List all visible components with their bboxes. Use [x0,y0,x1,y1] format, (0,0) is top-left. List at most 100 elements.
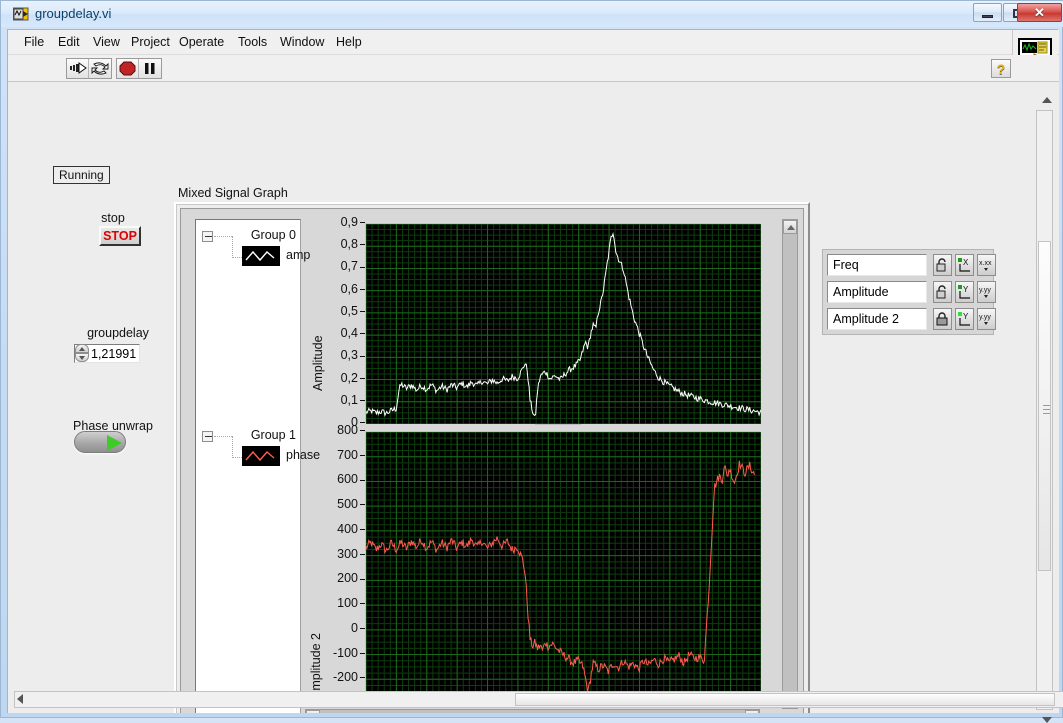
legend-plot-swatch-amp[interactable] [242,246,280,266]
scale-row-amplitude: Amplitude Y y.yy [827,281,996,305]
run-button[interactable] [67,59,89,78]
y-scale-icon[interactable]: Y [955,308,974,330]
vertical-scroll-thumb[interactable] [1038,241,1051,571]
close-icon: ✕ [1034,5,1045,20]
svg-text:x.xx: x.xx [979,260,992,267]
collapse-icon[interactable] [202,231,213,242]
phase-unwrap-toggle[interactable] [74,431,126,453]
plot-split-thumb[interactable] [535,424,581,428]
menu-operate[interactable]: Operate [173,34,230,51]
legend-group-name: Group 0 [250,228,296,242]
client-area: File Edit View Project Operate Tools Win… [7,29,1063,723]
menu-tools[interactable]: Tools [232,34,273,51]
y-tick-label: 0,4 [305,327,365,339]
lock-open-icon[interactable] [933,254,952,276]
graph-label: Mixed Signal Graph [178,186,288,200]
y-tick-label: 300 [305,547,365,560]
y-tick-label: 0,3 [305,349,365,362]
scroll-left-button[interactable] [306,710,320,713]
y-tick-label: 0,5 [305,305,365,317]
scale-name-amplitude-2[interactable]: Amplitude 2 [827,308,927,330]
menu-help[interactable]: Help [330,34,368,51]
window-vertical-scrollbar[interactable] [1036,97,1053,723]
svg-text:y.yy: y.yy [979,287,991,294]
toggle-led-icon [107,435,122,451]
y-scale-icon[interactable]: Y [955,281,974,303]
context-help-button[interactable]: ? [991,59,1011,78]
minimize-icon [982,15,993,18]
legend-connector [214,436,232,437]
lock-closed-icon[interactable] [933,308,952,330]
stop-label: stop [101,211,125,225]
menu-edit[interactable]: Edit [52,34,86,51]
y-axis-ticks-amplitude: 0,9 0,8 0,7 0,6 0,5 0,4 0,3 0,2 0,1 0 [305,216,365,431]
groupdelay-stepper[interactable] [75,344,89,363]
stop-button[interactable]: STOP [99,226,141,246]
y-tick-label: 0,7 [305,260,365,273]
run-continuously-button[interactable] [89,59,111,78]
y-tick-label: 700 [305,448,365,461]
scale-name-freq[interactable]: Freq [827,254,927,276]
y-tick-label: -200 [305,671,365,684]
y-tick-label: 600 [305,473,365,486]
scale-name-amplitude[interactable]: Amplitude [827,281,927,303]
chevron-up-icon[interactable] [1042,97,1052,103]
y-tick-label: 400 [305,523,365,535]
plot-stack: Amplitude 0,9 0,8 0,7 0,6 0,5 0,4 0,3 0,2 0,1 0 A… [305,216,761,713]
graph-inner-frame: Group 0 amp Group 1 phase Amplitude 0,9 … [180,208,804,713]
plot-area-amplitude[interactable] [365,223,761,424]
scroll-up-button[interactable] [783,220,797,234]
chart-amplitude-2: Amplitude 2 800 700 600 500 400 300 200 100 0 -10… [305,424,761,713]
legend-connector [232,257,242,258]
window-title: groupdelay.vi [35,6,112,21]
front-panel: Running stop STOP groupdelay 1,21991 Pha… [8,82,1059,713]
lock-open-icon[interactable] [933,281,952,303]
scale-row-freq: Freq X x.xx [827,254,996,278]
graph-vertical-scrollbar[interactable] [782,219,798,709]
title-bar: groupdelay.vi ✕ [1,1,1063,27]
window-horizontal-scrollbar[interactable] [14,691,1063,708]
x-scale-icon[interactable]: X [955,254,974,276]
chevron-left-icon[interactable] [17,694,23,704]
menu-window[interactable]: Window [274,34,330,51]
plot-legend[interactable]: Group 0 amp Group 1 phase [195,219,320,713]
legend-plot-swatch-phase[interactable] [242,446,280,466]
y-tick-label: 0,6 [305,282,365,295]
legend-connector [232,236,233,258]
y-tick-label: 200 [305,572,365,585]
chart-amplitude: Amplitude 0,9 0,8 0,7 0,6 0,5 0,4 0,3 0,2 0,1 0 [305,216,761,431]
y-tick-label: 100 [305,597,365,609]
chevron-up-icon [79,347,85,351]
application-window: groupdelay.vi ✕ File Edit View Project O… [0,0,1063,723]
y-format-icon[interactable]: y.yy [977,281,996,303]
minimize-button[interactable] [973,3,1002,22]
collapse-icon[interactable] [202,431,213,442]
svg-text:Y: Y [963,285,969,294]
legend-group-name: Group 1 [250,428,296,442]
pause-button[interactable] [139,59,161,78]
graph-horizontal-scrollbar[interactable] [305,709,760,713]
menu-project[interactable]: Project [125,34,176,51]
y-tick-label: 0,8 [305,238,365,250]
y-tick-label: 800 [305,424,365,436]
close-button[interactable]: ✕ [1017,3,1062,22]
mixed-signal-graph: Group 0 amp Group 1 phase Amplitude 0,9 … [174,202,810,713]
y-tick-label: 0,1 [305,394,365,406]
menu-view[interactable]: View [87,34,126,51]
svg-text:X: X [963,258,969,267]
y-format-icon[interactable]: y.yy [977,308,996,330]
legend-connector [232,436,233,458]
labview-vi-icon [12,6,29,22]
scroll-right-button[interactable] [745,710,759,713]
menu-bar: File Edit View Project Operate Tools Win… [8,30,1059,55]
abort-execution-button[interactable] [117,59,139,78]
groupdelay-label: groupdelay [87,326,149,340]
svg-text:y.yy: y.yy [979,314,991,321]
run-button-group [66,58,112,79]
plot-area-amplitude-2[interactable] [365,431,761,704]
x-format-icon[interactable]: x.xx [977,254,996,276]
horizontal-scroll-thumb[interactable] [515,693,1055,706]
y-tick-label: -100 [305,646,365,659]
menu-file[interactable]: File [18,34,50,51]
y-tick-label: 0,9 [305,216,365,228]
